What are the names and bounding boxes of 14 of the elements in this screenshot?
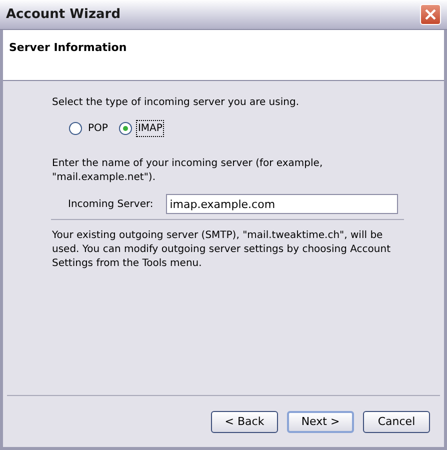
close-icon: [425, 9, 436, 20]
info-text: Your existing outgoing server (SMTP), "mail.tweaktime.ch", will be used. You can modify outgoing server settings by choosing Account Settings from the Tools menu.: [52, 229, 392, 271]
close-button[interactable]: [420, 4, 441, 25]
window-title: Account Wizard: [6, 6, 121, 24]
dialog-button[interactable]: Cancel: [363, 411, 430, 433]
dialog-button[interactable]: Next >: [287, 411, 354, 433]
radio-option[interactable]: POP: [69, 121, 109, 136]
radio-option[interactable]: IMAP: [118, 121, 164, 136]
page-heading: Server Information: [9, 41, 127, 54]
field-label: Incoming Server:: [68, 198, 154, 212]
prompt-text: Select the type of incoming server you are using.: [52, 96, 300, 110]
dialog-button[interactable]: < Back: [211, 411, 278, 433]
server-field[interactable]: imap.example.com: [166, 194, 398, 214]
instruction-text: Enter the name of your incoming server (for example, "mail.example.net").: [52, 157, 324, 185]
